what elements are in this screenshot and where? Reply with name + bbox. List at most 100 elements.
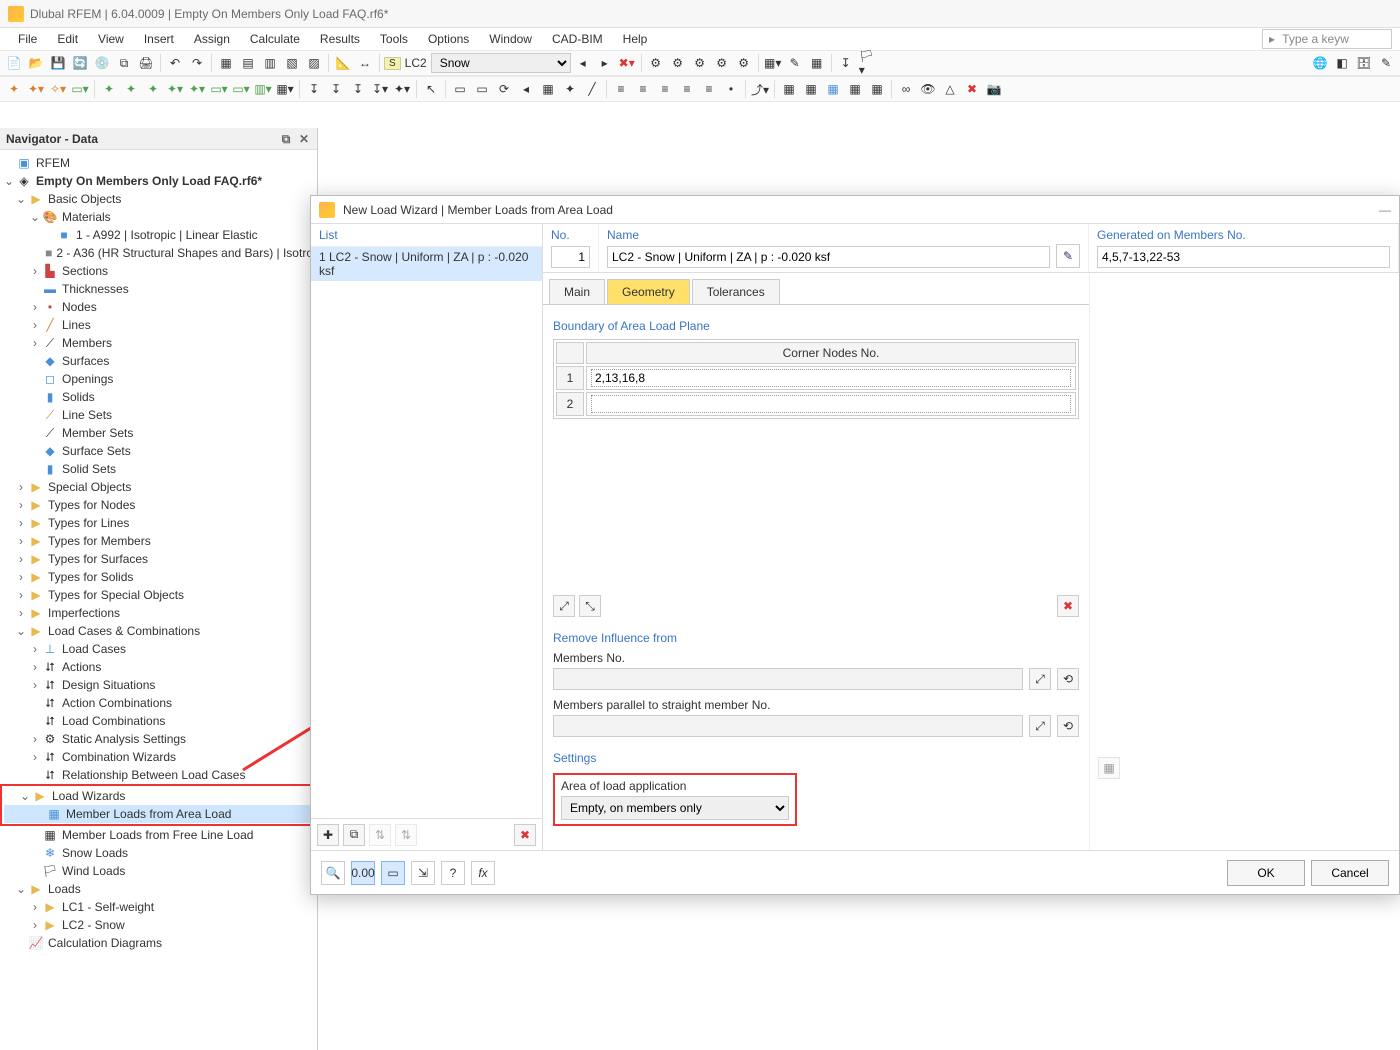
tb-gear1-icon[interactable]: ⚙ <box>646 53 666 73</box>
menu-calculate[interactable]: Calculate <box>240 30 310 48</box>
menu-cadbim[interactable]: CAD-BIM <box>542 30 613 48</box>
no-field[interactable] <box>551 246 590 268</box>
menu-insert[interactable]: Insert <box>134 30 184 48</box>
menu-view[interactable]: View <box>88 30 134 48</box>
tb2-e3-icon[interactable]: ≡ <box>655 79 675 99</box>
tb-grid1-icon[interactable]: ▦ <box>216 53 236 73</box>
tb-gear5-icon[interactable]: ⚙ <box>734 53 754 73</box>
ft-view-icon[interactable]: ▭ <box>381 861 405 885</box>
menu-assign[interactable]: Assign <box>184 30 240 48</box>
tb-new-icon[interactable]: 📄 <box>4 53 24 73</box>
ft-axis-icon[interactable]: ⇲ <box>411 861 435 885</box>
tb-save-icon[interactable]: 💾 <box>48 53 68 73</box>
tb2-16-icon[interactable]: ↧ <box>348 79 368 99</box>
tb2-g3-icon[interactable]: ▦ <box>823 79 843 99</box>
tb2-sel2-icon[interactable]: ▭ <box>472 79 492 99</box>
tb2-sel4-icon[interactable]: ◂ <box>516 79 536 99</box>
minimize-icon[interactable]: — <box>1379 203 1391 217</box>
members-no-field[interactable] <box>553 668 1023 690</box>
name-edit-icon[interactable]: ✎ <box>1056 244 1080 268</box>
members-par-pick-icon[interactable]: ⤢ <box>1029 715 1051 737</box>
tb2-tri-icon[interactable]: △ <box>940 79 960 99</box>
tb2-e1-icon[interactable]: ≡ <box>611 79 631 99</box>
tb2-g5-icon[interactable]: ▦ <box>867 79 887 99</box>
tb-ext3-icon[interactable]: ▦ <box>807 53 827 73</box>
tb-ruler-icon[interactable]: 📐 <box>333 53 353 73</box>
tb2-8-icon[interactable]: ✦▾ <box>165 79 185 99</box>
tb2-eye-icon[interactable]: 👁 <box>918 79 938 99</box>
tb-redo-icon[interactable]: ↷ <box>187 53 207 73</box>
tb-cube-icon[interactable]: ◧ <box>1332 53 1352 73</box>
tb-grid3-icon[interactable]: ▥ <box>260 53 280 73</box>
tb2-cam-icon[interactable]: 📷 <box>984 79 1004 99</box>
menu-file[interactable]: File <box>8 30 47 48</box>
tb2-sel6-icon[interactable]: ✦ <box>560 79 580 99</box>
members-revert-icon[interactable]: ⟲ <box>1057 668 1079 690</box>
tb-disk-icon[interactable]: 💿 <box>92 53 112 73</box>
tb-grid5-icon[interactable]: ▨ <box>304 53 324 73</box>
tb2-13-icon[interactable]: ▦▾ <box>275 79 295 99</box>
tab-geometry[interactable]: Geometry <box>607 279 690 304</box>
tb-view-icon[interactable]: 🏳▾ <box>858 53 878 73</box>
tb2-e5-icon[interactable]: ≡ <box>699 79 719 99</box>
tb-open-icon[interactable]: 📂 <box>26 53 46 73</box>
tb2-11-icon[interactable]: ▭▾ <box>231 79 251 99</box>
tb2-e6-icon[interactable]: • <box>721 79 741 99</box>
tb2-3-icon[interactable]: ✧▾ <box>48 79 68 99</box>
right-tool-icon[interactable]: ▦ <box>1098 757 1120 779</box>
area-app-select[interactable]: Empty, on members only <box>561 796 789 820</box>
members-par-revert-icon[interactable]: ⟲ <box>1057 715 1079 737</box>
pick2-icon[interactable]: ⤡ <box>579 595 601 617</box>
tb-ext2-icon[interactable]: ✎ <box>785 53 805 73</box>
cancel-button[interactable]: Cancel <box>1311 860 1389 886</box>
tb2-sel1-icon[interactable]: ▭ <box>450 79 470 99</box>
tb2-g2-icon[interactable]: ▦ <box>801 79 821 99</box>
tb2-14-icon[interactable]: ↧ <box>304 79 324 99</box>
tb-print-icon[interactable]: 🖨 <box>136 53 156 73</box>
tb-gear3-icon[interactable]: ⚙ <box>690 53 710 73</box>
tb2-18-icon[interactable]: ✦▾ <box>392 79 412 99</box>
list-delete-icon[interactable]: ✖ <box>514 824 536 846</box>
tb-xdel-icon[interactable]: ✖▾ <box>617 53 637 73</box>
ft-help-icon[interactable]: ? <box>441 861 465 885</box>
tb2-15-icon[interactable]: ↧ <box>326 79 346 99</box>
tb2-sel7-icon[interactable]: ╱ <box>582 79 602 99</box>
tb-arrow-icon[interactable]: ↔ <box>355 53 375 73</box>
tb2-9-icon[interactable]: ✦▾ <box>187 79 207 99</box>
tab-tolerances[interactable]: Tolerances <box>692 279 780 304</box>
tab-main[interactable]: Main <box>549 279 605 304</box>
list-copy-icon[interactable]: ⧉ <box>343 824 365 846</box>
ok-button[interactable]: OK <box>1227 860 1305 886</box>
menu-edit[interactable]: Edit <box>47 30 88 48</box>
tb-sc-icon[interactable]: ✎ <box>1376 53 1396 73</box>
tb2-10-icon[interactable]: ▭▾ <box>209 79 229 99</box>
tb2-2-icon[interactable]: ✦▾ <box>26 79 46 99</box>
clear-corner-icon[interactable]: ✖ <box>1057 595 1079 617</box>
tb-flag-icon[interactable]: ↧ <box>836 53 856 73</box>
tb-grid2-icon[interactable]: ▤ <box>238 53 258 73</box>
tb2-5-icon[interactable]: ✦ <box>99 79 119 99</box>
tb2-17-icon[interactable]: ↧▾ <box>370 79 390 99</box>
list-item[interactable]: 1 LC2 - Snow | Uniform | ZA | p : -0.020… <box>311 247 542 281</box>
corner-row-2[interactable] <box>591 395 1071 413</box>
tb-gear4-icon[interactable]: ⚙ <box>712 53 732 73</box>
ft-fx-icon[interactable]: fx <box>471 861 495 885</box>
keyword-search[interactable]: ▸ Type a keyw <box>1262 29 1392 49</box>
menu-tools[interactable]: Tools <box>370 30 418 48</box>
ft-units-icon[interactable]: 0.00 <box>351 861 375 885</box>
tb-undo-icon[interactable]: ↶ <box>165 53 185 73</box>
list-new-icon[interactable]: ✚ <box>317 824 339 846</box>
menu-help[interactable]: Help <box>613 30 658 48</box>
menu-options[interactable]: Options <box>418 30 479 48</box>
tb2-12-icon[interactable]: ▥▾ <box>253 79 273 99</box>
tb-gear2-icon[interactable]: ⚙ <box>668 53 688 73</box>
close-icon[interactable]: ✕ <box>297 132 311 146</box>
tb2-link-icon[interactable]: ∞ <box>896 79 916 99</box>
lc-select[interactable]: Snow <box>431 53 571 73</box>
menu-results[interactable]: Results <box>310 30 370 48</box>
tb2-e4-icon[interactable]: ≡ <box>677 79 697 99</box>
tb-refresh-icon[interactable]: 🔄 <box>70 53 90 73</box>
tb2-1-icon[interactable]: ✦ <box>4 79 24 99</box>
tb2-g1-icon[interactable]: ▦ <box>779 79 799 99</box>
name-field[interactable] <box>607 246 1050 268</box>
